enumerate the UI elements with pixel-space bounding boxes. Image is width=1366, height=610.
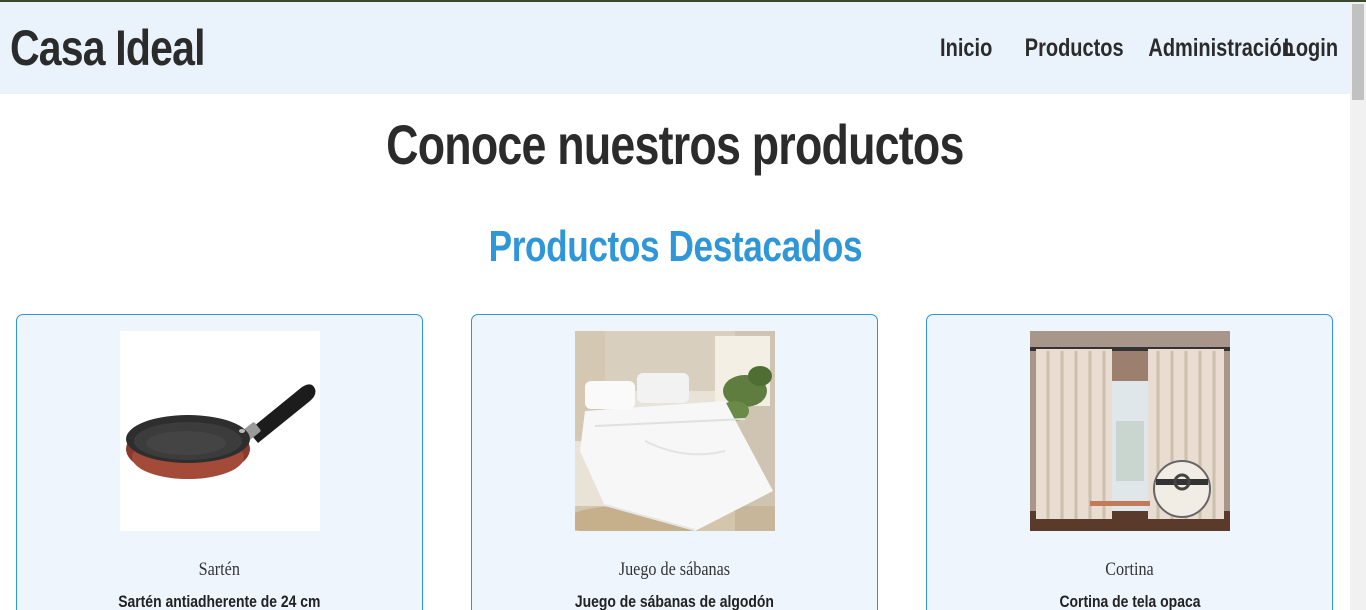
product-name: Cortina [1105,559,1154,580]
curtain-image[interactable] [1030,331,1230,531]
product-card[interactable]: Juego de sábanas Juego de sábanas de alg… [471,314,878,610]
nav-link-productos[interactable]: Productos [1025,34,1124,63]
bed-sheets-image[interactable] [575,331,775,531]
product-card[interactable]: Sartén Sartén antiadherente de 24 cm [16,314,423,610]
scrollbar-thumb[interactable] [1352,4,1364,100]
nav-link-administracion[interactable]: Administración [1148,34,1294,63]
nav-link-inicio[interactable]: Inicio [940,34,992,63]
product-description: Cortina de tela opaca [1059,592,1200,610]
product-card[interactable]: Cortina Cortina de tela opaca [926,314,1333,610]
main-nav: Inicio Productos Administración Login [935,34,1338,63]
vertical-scrollbar[interactable] [1350,2,1366,610]
product-description: Sartén antiadherente de 24 cm [118,592,321,610]
nav-link-login[interactable]: Login [1284,34,1338,63]
section-title-featured: Productos Destacados [488,222,862,271]
product-description: Juego de sábanas de algodón [574,592,775,610]
product-name: Juego de sábanas [618,559,731,580]
frying-pan-image[interactable] [120,331,320,531]
product-name: Sartén [198,559,241,580]
brand-logo[interactable]: Casa Ideal [10,19,205,77]
page-title: Conoce nuestros productos [386,113,964,176]
site-header: Casa Ideal Inicio Productos Administraci… [0,2,1350,94]
